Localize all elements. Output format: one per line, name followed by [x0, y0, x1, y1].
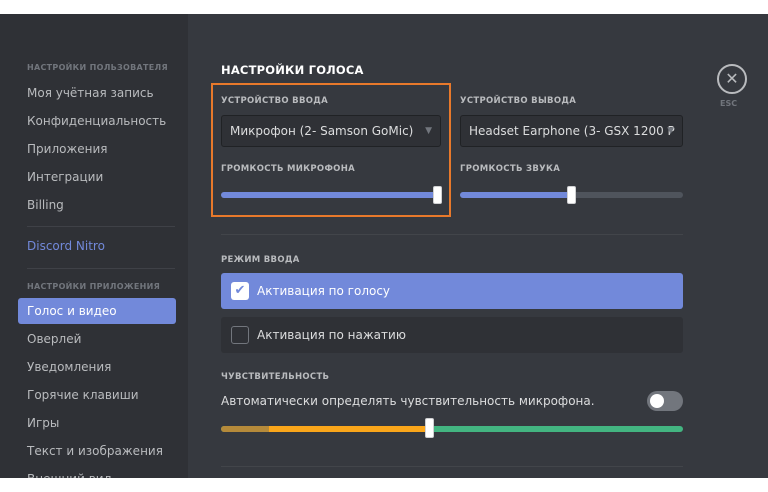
sidebar-item-my-account[interactable]: Моя учётная запись	[18, 80, 176, 106]
sensitivity-level-dim	[221, 426, 269, 432]
sensitivity-handle[interactable]	[425, 418, 434, 438]
sidebar-item-keybinds[interactable]: Горячие клавиши	[18, 382, 176, 408]
toggle-knob	[650, 394, 664, 408]
auto-sensitivity-toggle[interactable]	[647, 391, 683, 411]
sidebar-item-notifications[interactable]: Уведомления	[18, 354, 176, 380]
close-icon: ✕	[725, 69, 739, 88]
sensitivity-slider[interactable]	[221, 426, 683, 432]
input-highlight-box	[211, 83, 451, 217]
voice-activity-option[interactable]: ✔ Активация по голосу	[221, 273, 683, 309]
sensitivity-level-active	[269, 426, 429, 432]
checkmark-icon: ✔	[231, 282, 249, 300]
push-to-talk-option[interactable]: Активация по нажатию	[221, 317, 683, 353]
sidebar-item-billing[interactable]: Billing	[18, 192, 176, 218]
page-title: Настройки голоса	[221, 63, 364, 77]
auto-sensitivity-text: Автоматически определять чувствительност…	[221, 394, 595, 408]
sidebar-item-nitro[interactable]: Discord Nitro	[18, 233, 176, 259]
sidebar-item-appearance[interactable]: Внешний вид	[18, 466, 176, 478]
push-to-talk-label: Активация по нажатию	[257, 328, 406, 342]
sidebar-item-apps[interactable]: Приложения	[18, 136, 176, 162]
sensitivity-label: Чувствительность	[221, 372, 330, 382]
checkbox-empty	[231, 326, 249, 344]
sidebar-divider	[27, 268, 175, 269]
sidebar-item-overlay[interactable]: Оверлей	[18, 326, 176, 352]
section-divider	[221, 234, 683, 235]
sidebar-item-games[interactable]: Игры	[18, 410, 176, 436]
voice-activity-label: Активация по голосу	[257, 284, 391, 298]
section-divider	[221, 466, 683, 467]
output-volume-fill	[460, 192, 572, 198]
output-device-select[interactable]: Headset Earphone (3- GSX 1200 P ▼	[460, 115, 683, 147]
chevron-down-icon: ▼	[667, 126, 674, 136]
user-settings-header: Настройки пользователя	[27, 63, 168, 72]
output-device-label: Устройство вывода	[460, 96, 577, 106]
sidebar-item-privacy[interactable]: Конфиденциальность	[18, 108, 176, 134]
sidebar-item-text-images[interactable]: Текст и изображения	[18, 438, 176, 464]
sidebar-item-integrations[interactable]: Интеграции	[18, 164, 176, 190]
esc-label: ESC	[720, 99, 738, 108]
sidebar: Настройки пользователя Моя учётная запис…	[0, 14, 188, 478]
output-volume-handle[interactable]	[567, 186, 576, 204]
main-content: Настройки голоса Устройство ввода Микроф…	[188, 14, 768, 478]
input-mode-label: Режим ввода	[221, 255, 300, 265]
settings-window: Настройки пользователя Моя учётная запис…	[0, 14, 768, 478]
sidebar-item-voice-video[interactable]: Голос и видео	[18, 298, 176, 324]
output-volume-slider[interactable]	[460, 186, 683, 204]
app-settings-header: Настройки приложения	[27, 282, 161, 291]
output-device-value: Headset Earphone (3- GSX 1200 P	[469, 124, 675, 138]
sidebar-divider	[27, 226, 175, 227]
close-button[interactable]: ✕	[717, 64, 747, 94]
output-volume-label: Громкость звука	[460, 164, 561, 174]
